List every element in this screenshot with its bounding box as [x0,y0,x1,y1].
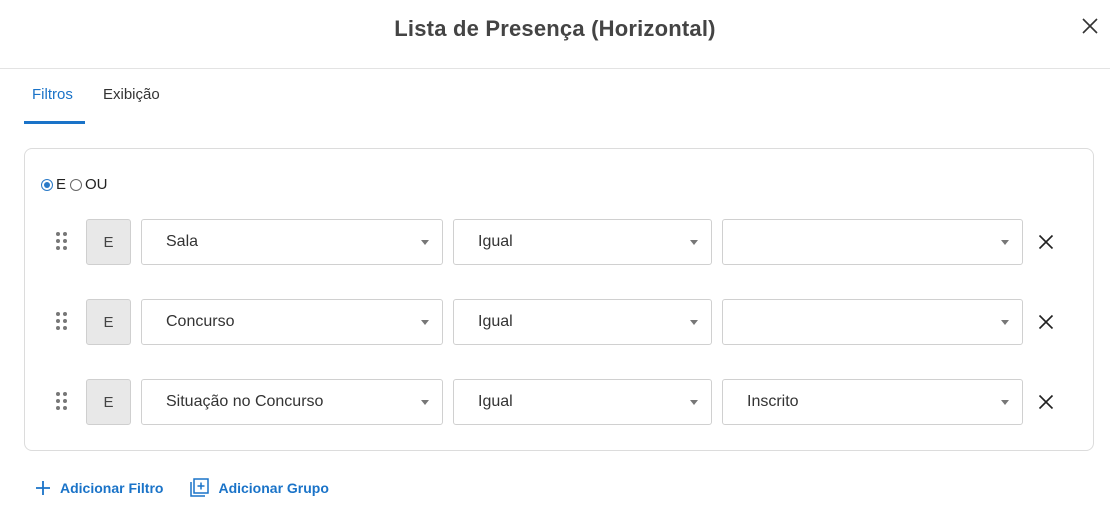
caret-down-icon [421,240,429,245]
radio-e-label: E [56,176,67,193]
caret-down-icon [690,320,698,325]
add-group-label: Adicionar Grupo [218,479,329,496]
caret-down-icon [1001,240,1009,245]
drag-handle-icon[interactable] [56,392,68,412]
operator-select[interactable]: Igual [453,219,712,265]
radio-ou[interactable] [70,178,83,191]
tab-exibicao[interactable]: Exibição [103,86,160,103]
operator-select-value: Igual [478,393,513,410]
field-select[interactable]: Situação no Concurso [141,379,443,425]
field-select-value: Concurso [166,313,235,330]
caret-down-icon [421,320,429,325]
field-select-value: Situação no Concurso [166,393,324,410]
value-select[interactable]: Inscrito [722,379,1023,425]
caret-down-icon [1001,320,1009,325]
radio-ou-label: OU [85,176,108,193]
filter-panel: E OU E Sala Igual E Concurso Igual E Sit… [24,148,1094,451]
caret-down-icon [1001,400,1009,405]
caret-down-icon [690,400,698,405]
filter-row: E Situação no Concurso Igual Inscrito [25,379,1095,425]
add-filter-button[interactable]: Adicionar Filtro [35,480,163,496]
filter-row: E Sala Igual [25,219,1095,265]
connector-button[interactable]: E [86,299,131,345]
field-select[interactable]: Sala [141,219,443,265]
add-filter-label: Adicionar Filtro [60,479,164,496]
value-select[interactable] [722,219,1023,265]
caret-down-icon [690,240,698,245]
plus-icon [36,480,50,495]
value-select[interactable] [722,299,1023,345]
connector-button[interactable]: E [86,219,131,265]
drag-handle-icon[interactable] [56,312,68,332]
field-select-value: Sala [166,233,199,250]
operator-select[interactable]: Igual [453,379,712,425]
close-icon[interactable] [1081,17,1099,35]
logic-selector: E OU [41,176,112,193]
active-tab-indicator [24,121,85,124]
radio-e[interactable] [41,178,53,191]
remove-filter-icon[interactable] [1038,394,1054,410]
value-select-value: Inscrito [747,393,799,410]
remove-filter-icon[interactable] [1038,314,1054,330]
filter-row: E Concurso Igual [25,299,1095,345]
add-group-icon [190,478,210,497]
connector-button[interactable]: E [86,379,131,425]
dialog-header: Lista de Presença (Horizontal) [0,0,1110,69]
dialog-title: Lista de Presença (Horizontal) [394,16,716,41]
operator-select-value: Igual [478,313,513,330]
drag-handle-icon[interactable] [56,232,68,252]
operator-select-value: Igual [478,233,513,250]
filter-actions: Adicionar Filtro Adicionar Grupo [35,478,329,497]
tab-filtros[interactable]: Filtros [32,86,73,103]
operator-select[interactable]: Igual [453,299,712,345]
remove-filter-icon[interactable] [1038,234,1054,250]
add-group-button[interactable]: Adicionar Grupo [190,478,329,497]
field-select[interactable]: Concurso [141,299,443,345]
caret-down-icon [421,400,429,405]
